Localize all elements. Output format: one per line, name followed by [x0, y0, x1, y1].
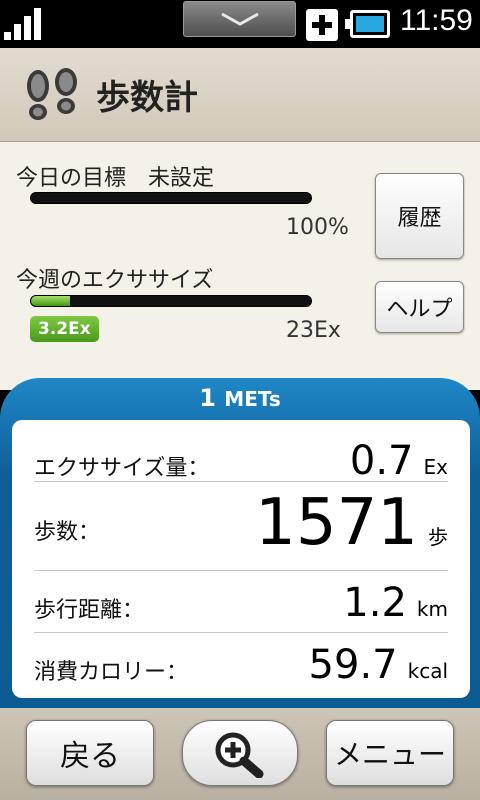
daily-goal-label: 今日の目標 未設定 [16, 166, 215, 191]
stat-row-exercise: エクササイズ量： 0.7 Ex [34, 438, 448, 484]
stat-unit: km [416, 597, 448, 621]
app-header: 歩数計 [0, 48, 480, 142]
zoom-button[interactable] [182, 720, 298, 786]
stat-unit: kcal [407, 659, 448, 683]
stat-label: 歩数： [34, 520, 101, 545]
stat-value-group: 1.2 km [343, 580, 448, 626]
bottom-bar: 戻る メニュー [0, 708, 480, 800]
stats-card: エクササイズ量： 0.7 Ex 歩数： 1571 歩 歩行距離： 1.2 km 消費カ… [12, 420, 470, 698]
history-button[interactable]: 履歴 [375, 173, 464, 259]
status-bar: 11:59 [0, 0, 480, 48]
mets-value: 1 [199, 384, 216, 412]
weekly-exercise-bar-fill [31, 296, 70, 306]
stat-value: 59.7 [308, 642, 398, 688]
notification-handle[interactable] [183, 1, 296, 37]
stat-value: 1.2 [343, 580, 407, 626]
zoom-in-icon [215, 732, 264, 778]
menu-button[interactable]: メニュー [326, 720, 454, 786]
daily-goal-percent: 100% [286, 215, 349, 240]
mets-unit: METs [224, 387, 281, 411]
divider [34, 481, 448, 482]
signal-icon [4, 8, 44, 40]
weekly-exercise-bar [30, 295, 312, 307]
stat-row-calories: 消費カロリー： 59.7 kcal [34, 642, 448, 688]
footsteps-icon [27, 68, 77, 120]
exercise-target: 23Ex [286, 318, 341, 343]
weekly-exercise-label: 今週のエクササイズ [16, 268, 214, 293]
stat-unit: 歩 [428, 525, 448, 549]
stat-value: 1571 [255, 486, 418, 560]
app-title: 歩数計 [96, 78, 198, 118]
stat-value: 0.7 [349, 438, 414, 484]
chevron-down-icon [221, 12, 259, 26]
stat-row-steps: 歩数： 1571 歩 [34, 486, 448, 562]
mets-readout: 1 METs [0, 384, 480, 412]
current-exercise-badge: 3.2Ex [30, 316, 99, 342]
help-button[interactable]: ヘルプ [375, 281, 464, 333]
battery-icon [345, 10, 390, 38]
divider [34, 570, 448, 571]
stat-label: 歩行距離： [34, 598, 145, 623]
stat-row-distance: 歩行距離： 1.2 km [34, 580, 448, 626]
back-button[interactable]: 戻る [26, 720, 154, 786]
stat-value-group: 59.7 kcal [309, 642, 448, 688]
divider [34, 632, 448, 633]
stat-value-group: 0.7 Ex [350, 438, 448, 484]
daily-goal-bar [30, 192, 312, 204]
stat-label: 消費カロリー： [34, 660, 189, 685]
stat-value-group: 1571 歩 [255, 486, 448, 560]
plus-icon [306, 9, 338, 41]
stat-unit: Ex [423, 455, 448, 479]
clock: 11:59 [400, 4, 473, 37]
stat-label: エクササイズ量： [34, 456, 210, 481]
